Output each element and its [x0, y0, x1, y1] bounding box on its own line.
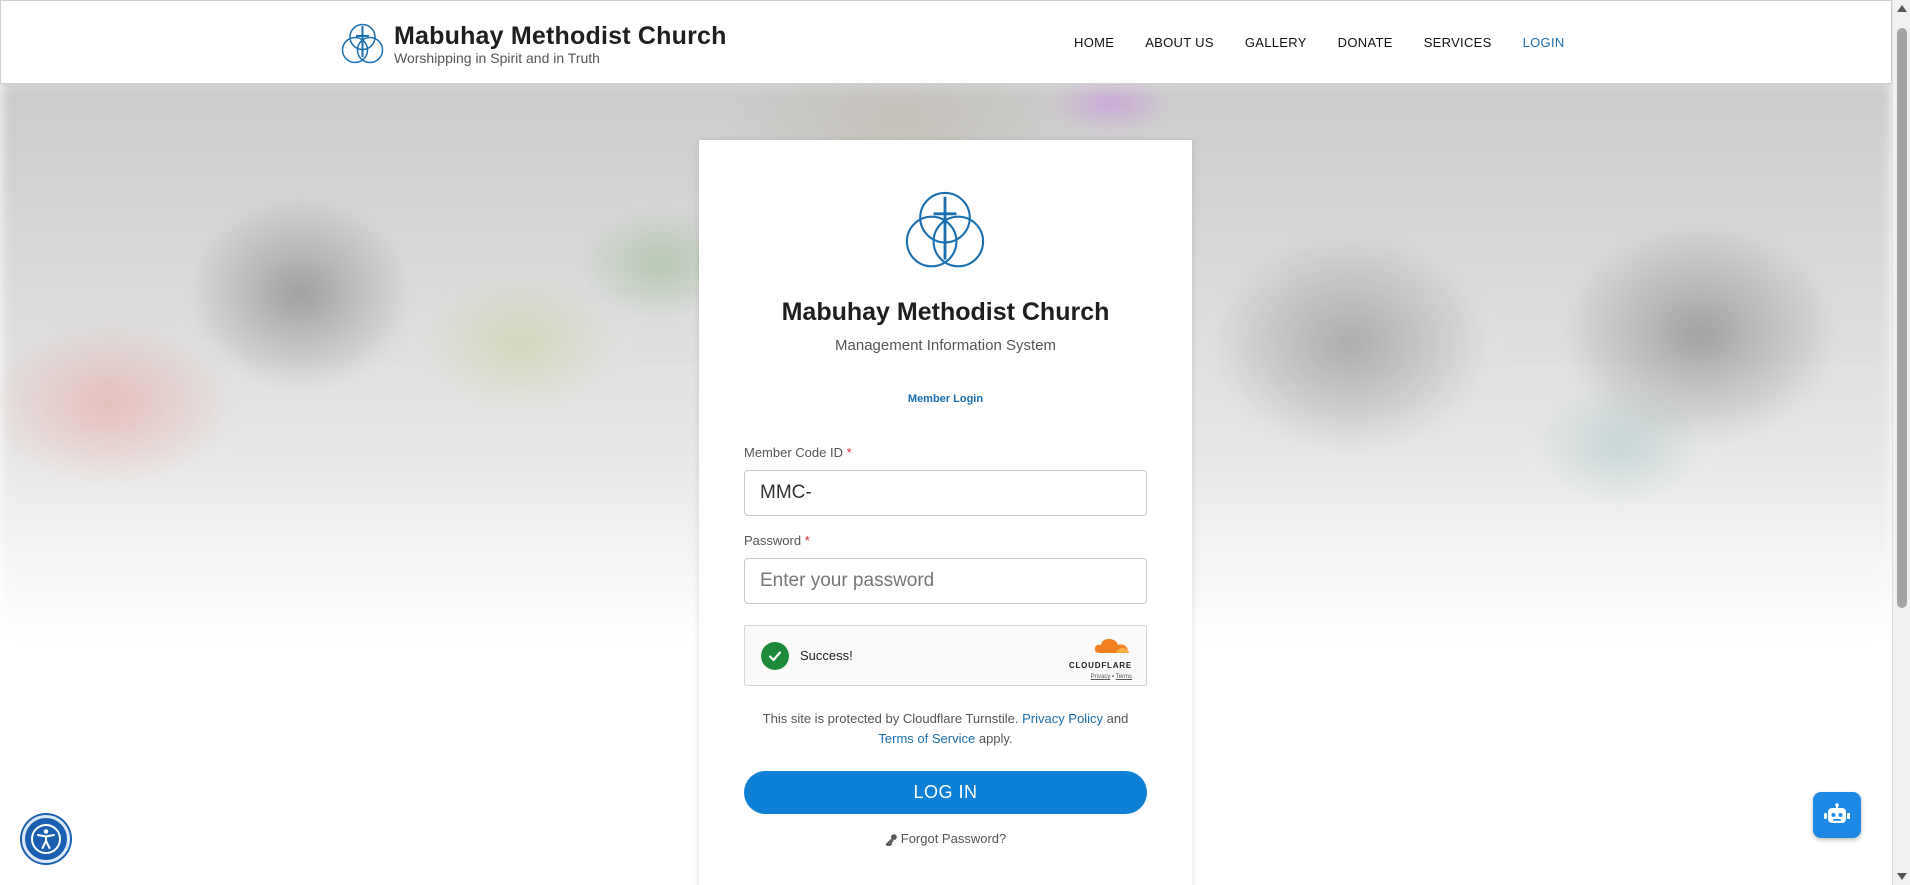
login-button[interactable]: LOG IN — [744, 771, 1147, 814]
password-label: Password * — [744, 533, 810, 548]
password-input[interactable] — [744, 558, 1147, 604]
church-logo-icon — [341, 23, 384, 64]
turnstile-links: Privacy • Terms — [1060, 674, 1132, 680]
nav-services[interactable]: SERVICES — [1424, 35, 1492, 50]
page-scrollbar[interactable] — [1892, 0, 1910, 885]
cloud-icon — [1094, 639, 1129, 653]
required-mark: * — [846, 445, 852, 460]
turnstile-notice: This site is protected by Cloudflare Tur… — [762, 711, 1129, 746]
cloudflare-logo: CLOUDFLARE Privacy • Terms — [1060, 636, 1132, 680]
site-header: Mabuhay Methodist Church Worshipping in … — [0, 0, 1892, 84]
church-logo-icon — [905, 191, 985, 268]
chatbot-button[interactable] — [1813, 792, 1861, 838]
check-icon — [761, 642, 789, 670]
nav-login[interactable]: LOGIN — [1523, 35, 1565, 50]
scroll-up-arrow-icon[interactable] — [1897, 5, 1907, 12]
turnstile-status: Success! — [800, 648, 853, 663]
accessibility-button[interactable] — [22, 815, 70, 863]
brand[interactable]: Mabuhay Methodist Church Worshipping in … — [340, 21, 727, 66]
cloudflare-turnstile[interactable]: Success! CLOUDFLARE Privacy • Terms — [744, 625, 1147, 686]
key-icon — [885, 834, 897, 847]
required-mark: * — [804, 533, 810, 548]
cloudflare-wordmark: CLOUDFLARE — [1068, 661, 1132, 670]
terms-of-service-link[interactable]: Terms of Service — [878, 731, 975, 746]
login-card: Mabuhay Methodist Church Management Info… — [699, 140, 1192, 885]
scroll-down-arrow-icon[interactable] — [1897, 873, 1907, 880]
accessibility-icon — [31, 824, 61, 854]
nav-donate[interactable]: DONATE — [1338, 35, 1393, 50]
scrollbar-thumb[interactable] — [1897, 28, 1907, 608]
site-tagline: Worshipping in Spirit and in Truth — [394, 49, 600, 66]
turnstile-terms-link[interactable]: Terms — [1116, 674, 1132, 680]
nav-about-us[interactable]: ABOUT US — [1145, 35, 1214, 50]
member-login-tab[interactable]: Member Login — [699, 393, 1192, 405]
nav-home[interactable]: HOME — [1074, 35, 1114, 50]
turnstile-privacy-link[interactable]: Privacy — [1091, 674, 1111, 680]
privacy-policy-link[interactable]: Privacy Policy — [1022, 711, 1103, 726]
member-code-label: Member Code ID * — [744, 445, 852, 460]
site-title: Mabuhay Methodist Church — [394, 21, 727, 50]
card-subtitle: Management Information System — [835, 337, 1056, 354]
main-nav: HOME ABOUT US GALLERY DONATE SERVICES LO… — [1074, 35, 1596, 50]
member-code-input[interactable] — [744, 470, 1147, 516]
card-title: Mabuhay Methodist Church — [781, 298, 1110, 326]
nav-gallery[interactable]: GALLERY — [1245, 35, 1307, 50]
forgot-password-link[interactable]: Forgot Password? — [699, 831, 1192, 847]
turnstile-link-separator: • — [1111, 674, 1115, 680]
robot-icon — [1824, 803, 1850, 823]
